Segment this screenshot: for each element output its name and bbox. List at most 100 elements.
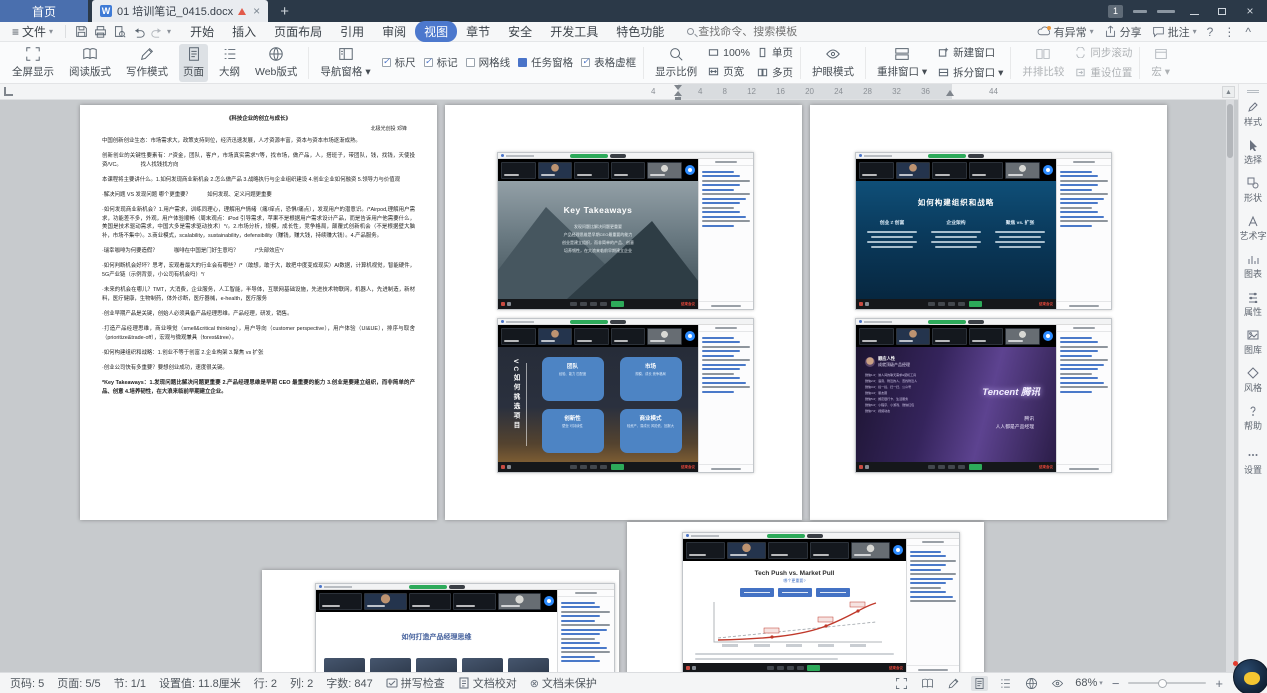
help-button[interactable]: ? bbox=[1207, 25, 1214, 39]
ruler-checkbox[interactable]: 标尺 bbox=[382, 55, 416, 70]
doc-title[interactable]: 《科技企业的创立与成长》 bbox=[102, 114, 415, 122]
single-page-button[interactable]: 单页 bbox=[757, 45, 793, 60]
menu-item[interactable]: 开始 bbox=[181, 21, 223, 42]
doc-paragraph[interactable]: *Key Takeaways：1.发现问题比解决问题更重要 2.产品经理思维是早… bbox=[102, 379, 415, 396]
home-tab[interactable]: 首页 bbox=[0, 0, 88, 22]
zoom-ratio-button[interactable]: 显示比例 bbox=[651, 44, 701, 82]
task-pane-checkbox[interactable]: 任务窗格 bbox=[518, 55, 573, 70]
search-input[interactable] bbox=[698, 26, 828, 38]
meeting-screenshot-org-strategy[interactable]: 如何构建组织和战略 创业 ≠ 创富企业架构聚焦 vs. 扩张 结束会议 bbox=[855, 152, 1112, 310]
right-indent-marker-icon[interactable] bbox=[946, 90, 954, 96]
command-search[interactable] bbox=[687, 26, 828, 38]
close-button[interactable]: × bbox=[1241, 4, 1259, 18]
menu-item[interactable]: 章节 bbox=[457, 21, 499, 42]
doc-paragraph[interactable]: 中国创新创业生态：市场需求大，政策支持到位，经济迅速发展，人才资源丰富，资本与资… bbox=[102, 137, 415, 146]
page-5[interactable]: Tech Push vs. Market Pull 哪个更重要? bbox=[627, 522, 984, 672]
zoom-slider[interactable] bbox=[1128, 682, 1206, 684]
sidebar-item-select[interactable]: 选择 bbox=[1239, 139, 1267, 166]
menu-item[interactable]: 插入 bbox=[223, 21, 265, 42]
scroll-up-button[interactable]: ▲ bbox=[1222, 86, 1235, 98]
scrollbar-thumb[interactable] bbox=[1227, 104, 1233, 158]
zoom-slider-knob[interactable] bbox=[1158, 679, 1167, 688]
doc-paragraph[interactable]: 本课程将主要讲什么。1.如何发现商业新机会 2.怎么做产品 3.战略执行与企业组… bbox=[102, 176, 415, 185]
tab-close-icon[interactable]: × bbox=[253, 4, 260, 18]
eye-protection-button[interactable]: 护眼模式 bbox=[808, 44, 858, 82]
menu-item[interactable]: 安全 bbox=[499, 21, 541, 42]
page-view-button[interactable]: 页面 bbox=[179, 44, 208, 82]
status-page-view-button[interactable] bbox=[971, 676, 988, 691]
gridlines-checkbox[interactable]: 网格线 bbox=[466, 55, 511, 70]
status-eye-protection-button[interactable] bbox=[1049, 676, 1066, 691]
menu-item[interactable]: 开发工具 bbox=[541, 21, 607, 42]
doc-author[interactable]: 北极光创投 邓锋 bbox=[102, 125, 407, 132]
menu-item[interactable]: 特色功能 bbox=[607, 21, 673, 42]
web-layout-button[interactable]: Web版式 bbox=[251, 44, 301, 82]
doc-paragraph[interactable]: ·创业公司快有多重要？要想创业成功，速度很关键。 bbox=[102, 364, 415, 373]
zoom-percentage[interactable]: 68%▾ bbox=[1075, 677, 1103, 689]
doc-paragraph[interactable]: ·打造产品经理思维，商业嗅觉（smell&critical thinking），… bbox=[102, 325, 415, 342]
zoom-in-button[interactable]: + bbox=[1215, 676, 1223, 691]
meeting-screenshot-pm-thinking[interactable]: 如何打造产品经理思维 商业嗅觉用户导向用户体验优先与取舍宏观与微观兼具 结束会议 bbox=[315, 583, 615, 672]
new-window-button[interactable]: 新建窗口 bbox=[938, 45, 1003, 60]
redo-button[interactable] bbox=[150, 24, 165, 39]
menu-item[interactable]: 审阅 bbox=[373, 21, 415, 42]
undo-button[interactable] bbox=[131, 24, 146, 39]
doc-paragraph[interactable]: ·如何判断机会好坏？思考，宏观看最大的行业会有哪些？/*（敢想，敢于大，敢把中度… bbox=[102, 262, 415, 279]
navigation-pane-button[interactable]: 导航窗格 ▾ bbox=[316, 44, 374, 82]
print-preview-button[interactable] bbox=[112, 24, 127, 39]
document-canvas[interactable]: 《科技企业的创立与成长》 北极光创投 邓锋 中国创新创业生态：市场需求大，政策支… bbox=[0, 100, 1238, 672]
sidebar-item-chart[interactable]: 图表 bbox=[1239, 253, 1267, 280]
doc-paragraph[interactable]: ·如何构建组织和战略：1.创业不等于创富 2.企业构架 3.聚焦 vs 扩张 bbox=[102, 349, 415, 358]
sidebar-item-properties[interactable]: 属性 bbox=[1239, 291, 1267, 318]
doc-paragraph[interactable]: ·如何发现商业新机会？1.用户需求，训练同理心，理解用户情绪（痛/痒点，恐惧/痛… bbox=[102, 206, 415, 241]
sidebar-item-wordart[interactable]: 艺术字 bbox=[1239, 215, 1267, 242]
horizontal-ruler[interactable]: 4 4812162024283236 44 bbox=[0, 84, 1238, 100]
table-gridlines-checkbox[interactable]: 表格虚框 bbox=[581, 55, 636, 70]
member-badge[interactable]: 1 bbox=[1108, 5, 1123, 18]
zoom-out-button[interactable]: − bbox=[1112, 676, 1120, 691]
meeting-screenshot-key-takeaways[interactable]: Key Takeaways 发现问题比解决问题更重要产品经理思维是早期CEO最重… bbox=[497, 152, 754, 310]
protection-status-button[interactable]: ⊗文档未保护 bbox=[530, 675, 597, 691]
doc-paragraph[interactable]: 创新创业的关键性要素有：/*资金，团队，客户，市场真实需求*/等，找市场，做产品… bbox=[102, 152, 415, 169]
indent-marker-icon[interactable] bbox=[674, 85, 682, 90]
meeting-screenshot-vc-criteria[interactable]: VC如何挑选项目 团队经验、能力 匹配度市场规模、成长 竞争格局创新性壁垒 可持… bbox=[497, 318, 754, 473]
menu-item[interactable]: 引用 bbox=[331, 21, 373, 42]
page-1[interactable]: 《科技企业的创立与成长》 北极光创投 邓锋 中国创新创业生态：市场需求大，政策支… bbox=[80, 105, 437, 520]
proofread-button[interactable]: 文档校对 bbox=[458, 675, 517, 691]
writing-mode-button[interactable]: 写作模式 bbox=[122, 44, 172, 82]
wps-assistant-button[interactable] bbox=[1233, 659, 1267, 693]
zoom-100-button[interactable]: 100% bbox=[708, 47, 750, 59]
fullscreen-view-button[interactable]: 全屏显示 bbox=[8, 44, 58, 82]
file-menu[interactable]: ≡文件▾ bbox=[6, 23, 59, 40]
menu-item[interactable]: 视图 bbox=[415, 21, 457, 42]
indent-marker-icon[interactable] bbox=[674, 91, 682, 96]
doc-paragraph[interactable]: ·未来的机会在哪儿？TMT，大消费，企业服务，人工智能，半导体，互联网基础设施，… bbox=[102, 286, 415, 303]
status-write-mode-button[interactable] bbox=[945, 676, 962, 691]
status-read-layout-button[interactable] bbox=[919, 676, 936, 691]
vertical-scrollbar[interactable] bbox=[1226, 100, 1234, 672]
tab-selector-icon[interactable] bbox=[4, 87, 13, 96]
minimize-button[interactable] bbox=[1185, 4, 1203, 18]
sidebar-collapse-handle[interactable] bbox=[1247, 90, 1259, 93]
sidebar-item-styles[interactable]: 样式 bbox=[1239, 101, 1267, 128]
status-web-layout-button[interactable] bbox=[1023, 676, 1040, 691]
sidebar-item-settings[interactable]: 设置 bbox=[1239, 449, 1267, 476]
sidebar-item-gallery[interactable]: 图库 bbox=[1239, 329, 1267, 356]
sidebar-item-help[interactable]: 帮助 bbox=[1239, 405, 1267, 432]
document-tab[interactable]: W 01 培训笔记_0415.docx × bbox=[92, 0, 268, 22]
comment-button[interactable]: 批注▾ bbox=[1152, 24, 1197, 40]
doc-paragraph[interactable]: ·创业早期产品是关键，创始人必须具备产品经理思维。产品经理，研发，销售。 bbox=[102, 310, 415, 319]
doc-paragraph[interactable]: ·解决问题 VS 发现问题 哪个更重要？ 如何发现、定义问题更重要 bbox=[102, 191, 415, 200]
meeting-screenshot-tech-push[interactable]: Tech Push vs. Market Pull 哪个更重要? bbox=[682, 532, 960, 672]
restore-button[interactable] bbox=[1213, 4, 1231, 18]
sidebar-item-style[interactable]: 风格 bbox=[1239, 367, 1267, 394]
print-button[interactable] bbox=[93, 24, 108, 39]
status-outline-view-button[interactable] bbox=[997, 676, 1014, 691]
more-menu-button[interactable]: ⋮ bbox=[1223, 25, 1235, 39]
save-button[interactable] bbox=[74, 24, 89, 39]
meeting-screenshot-tencent[interactable]: 顺应人性 成就顶级产品经理 微信1.0：熟人间的聊天需求&装机工具微信2.0：语… bbox=[855, 318, 1112, 473]
multi-page-button[interactable]: 多页 bbox=[757, 65, 793, 80]
rearrange-windows-button[interactable]: 重排窗口 ▾ bbox=[873, 44, 931, 82]
collapse-ribbon-button[interactable]: ^ bbox=[1245, 25, 1251, 39]
page-2[interactable]: Key Takeaways 发现问题比解决问题更重要产品经理思维是早期CEO最重… bbox=[445, 105, 802, 520]
